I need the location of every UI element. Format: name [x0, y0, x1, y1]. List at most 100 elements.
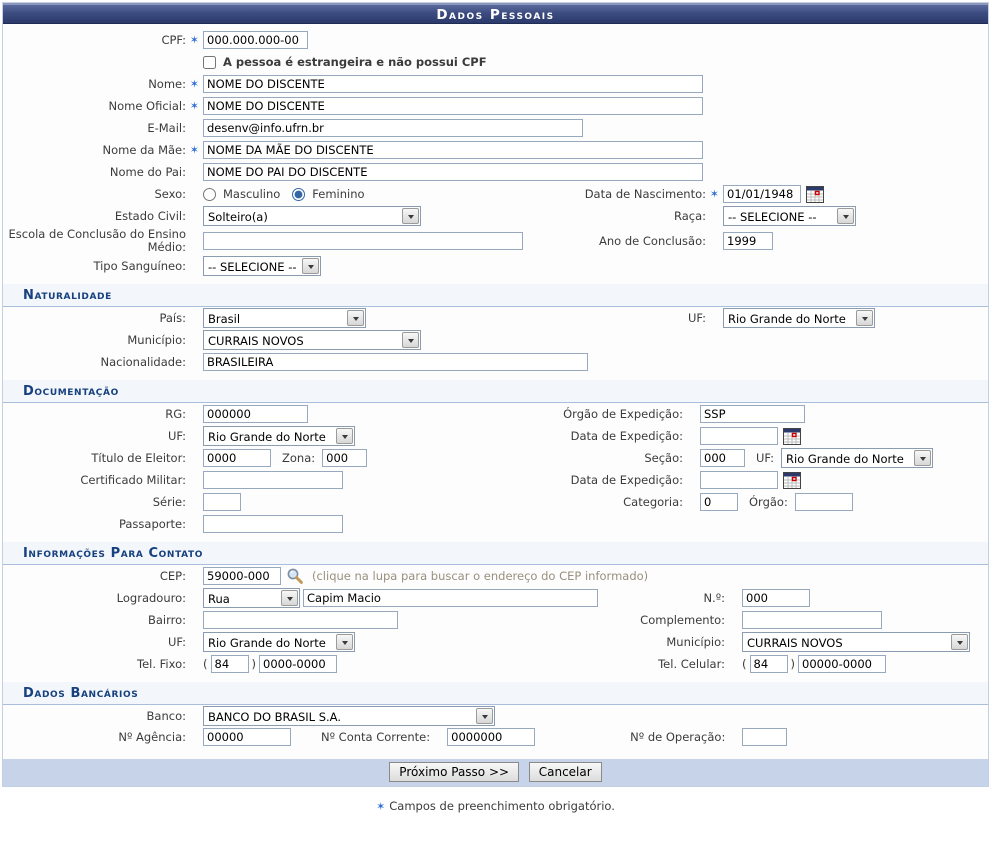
logradouro-label: Logradouro: [3, 592, 203, 605]
complemento-input[interactable] [742, 611, 882, 629]
certificado-militar-input[interactable] [203, 471, 343, 489]
titulo-uf-select[interactable]: Rio Grande do Norte [781, 448, 933, 468]
ano-conclusao-label: Ano de Conclusão: [599, 235, 723, 248]
municipio-row: Município: CURRAIS NOVOS [3, 329, 988, 351]
chevron-down-icon [336, 428, 353, 444]
logradouro-tipo-select[interactable]: Rua [203, 588, 300, 608]
rg-uf-select[interactable]: Rio Grande do Norte [203, 426, 355, 446]
chevron-down-icon [837, 208, 854, 224]
nome-oficial-input[interactable] [203, 97, 703, 115]
bairro-complemento-row: Bairro: Complemento: [3, 609, 988, 631]
search-icon[interactable] [286, 567, 304, 585]
secao-input[interactable] [700, 449, 745, 467]
proximo-passo-button[interactable]: Próximo Passo >> [389, 762, 519, 782]
cep-input[interactable] [203, 567, 281, 585]
nome-pai-input[interactable] [203, 163, 703, 181]
tel-fixo-label: Tel. Fixo: [3, 658, 203, 671]
required-icon: ✶ [190, 100, 199, 113]
complemento-label: Complemento: [640, 614, 742, 627]
orgao-expedicao-label: Órgão de Expedição: [563, 408, 700, 421]
tel-fixo-input[interactable] [259, 655, 337, 673]
sexo-feminino-label: Feminino [312, 187, 364, 201]
zona-label: Zona: [274, 451, 319, 465]
operacao-label: Nº de Operação: [630, 731, 742, 744]
data-nascimento-input[interactable] [723, 185, 801, 203]
data-nascimento-label: Data de Nascimento: ✶ [585, 188, 723, 201]
button-bar: Próximo Passo >> Cancelar [3, 759, 988, 786]
conta-corrente-input[interactable] [447, 728, 535, 746]
cancelar-button[interactable]: Cancelar [529, 762, 602, 782]
estado-civil-select[interactable]: Solteiro(a) [203, 206, 421, 226]
passaporte-row: Passaporte: [3, 513, 988, 535]
contato-municipio-select[interactable]: CURRAIS NOVOS [742, 632, 970, 652]
nome-oficial-label: Nome Oficial: ✶ [3, 100, 203, 113]
titulo-eleitor-input[interactable] [203, 449, 271, 467]
tel-celular-input[interactable] [798, 655, 886, 673]
rg-input[interactable] [203, 405, 308, 423]
contato-uf-select[interactable]: Rio Grande do Norte [203, 632, 355, 652]
sexo-masculino-radio[interactable] [203, 188, 216, 201]
numero-input[interactable] [742, 589, 810, 607]
cep-row: CEP: (clique na lupa para buscar o ender… [3, 565, 988, 587]
chevron-down-icon [281, 590, 298, 606]
escola-label: Escola de Conclusão do Ensino Médio: [3, 228, 203, 254]
tel-celular-ddd-input[interactable] [750, 655, 788, 673]
categoria-input[interactable] [700, 493, 738, 511]
orgao-expedicao-input[interactable] [700, 405, 805, 423]
cpf-row: CPF: ✶ [3, 29, 988, 51]
logradouro-input[interactable] [303, 589, 598, 607]
contato-uf-label: UF: [3, 636, 203, 649]
naturalidade-uf-label: UF: [688, 312, 723, 325]
foreign-checkbox[interactable] [203, 56, 216, 69]
cep-label: CEP: [3, 570, 203, 583]
calendar-icon[interactable] [783, 472, 801, 489]
required-fields-note: ✶Campos de preenchimento obrigatório. [0, 787, 991, 829]
chevron-down-icon [347, 310, 364, 326]
nome-oficial-row: Nome Oficial: ✶ [3, 95, 988, 117]
pais-select[interactable]: Brasil [203, 308, 366, 328]
email-row: E-Mail: [3, 117, 988, 139]
data-expedicao-cert-input[interactable] [700, 471, 778, 489]
naturalidade-uf-select[interactable]: Rio Grande do Norte [723, 308, 875, 328]
calendar-icon[interactable] [806, 186, 824, 203]
banco-row: Banco: BANCO DO BRASIL S.A. [3, 705, 988, 727]
tipo-sanguineo-select[interactable]: -- SELECIONE -- [203, 256, 321, 276]
nome-input[interactable] [203, 75, 703, 93]
serie-input[interactable] [203, 493, 241, 511]
rg-orgao-row: RG: Órgão de Expedição: [3, 403, 988, 425]
agencia-input[interactable] [203, 728, 291, 746]
required-icon: ✶ [190, 144, 199, 157]
cpf-input[interactable] [203, 31, 308, 49]
operacao-input[interactable] [742, 728, 787, 746]
orgao-input[interactable] [795, 493, 853, 511]
data-expedicao-rg-input[interactable] [700, 427, 778, 445]
email-input[interactable] [203, 119, 583, 137]
chevron-down-icon [402, 332, 419, 348]
nome-mae-input[interactable] [203, 141, 703, 159]
raca-select[interactable]: -- SELECIONE -- [723, 206, 856, 226]
sexo-masculino-label: Masculino [223, 187, 280, 201]
certificado-militar-label: Certificado Militar: [3, 474, 203, 487]
telefones-row: Tel. Fixo: ( ) Tel. Celular: ( ) [3, 653, 988, 675]
sexo-feminino-radio[interactable] [292, 188, 305, 201]
ano-conclusao-input[interactable] [723, 232, 773, 250]
numero-label: N.º: [703, 592, 742, 605]
tel-fixo-ddd-input[interactable] [211, 655, 249, 673]
section-documentacao: Documentação [3, 380, 988, 403]
calendar-icon[interactable] [783, 428, 801, 445]
zona-input[interactable] [322, 449, 367, 467]
escola-input[interactable] [203, 232, 523, 250]
pais-uf-row: País: Brasil UF: Rio Grande do Norte [3, 307, 988, 329]
banco-select[interactable]: BANCO DO BRASIL S.A. [203, 706, 495, 726]
bairro-input[interactable] [203, 611, 398, 629]
serie-label: Série: [3, 496, 203, 509]
naturalidade-municipio-select[interactable]: CURRAIS NOVOS [203, 330, 421, 350]
passaporte-input[interactable] [203, 515, 343, 533]
nacionalidade-input[interactable] [203, 353, 588, 371]
categoria-label: Categoria: [623, 496, 700, 509]
cep-hint: (clique na lupa para buscar o endereço d… [307, 569, 648, 583]
chevron-down-icon [302, 258, 319, 274]
tipo-sanguineo-row: Tipo Sanguíneo: -- SELECIONE -- [3, 255, 988, 277]
sexo-label: Sexo: [3, 188, 203, 201]
estado-civil-label: Estado Civil: [3, 210, 203, 223]
